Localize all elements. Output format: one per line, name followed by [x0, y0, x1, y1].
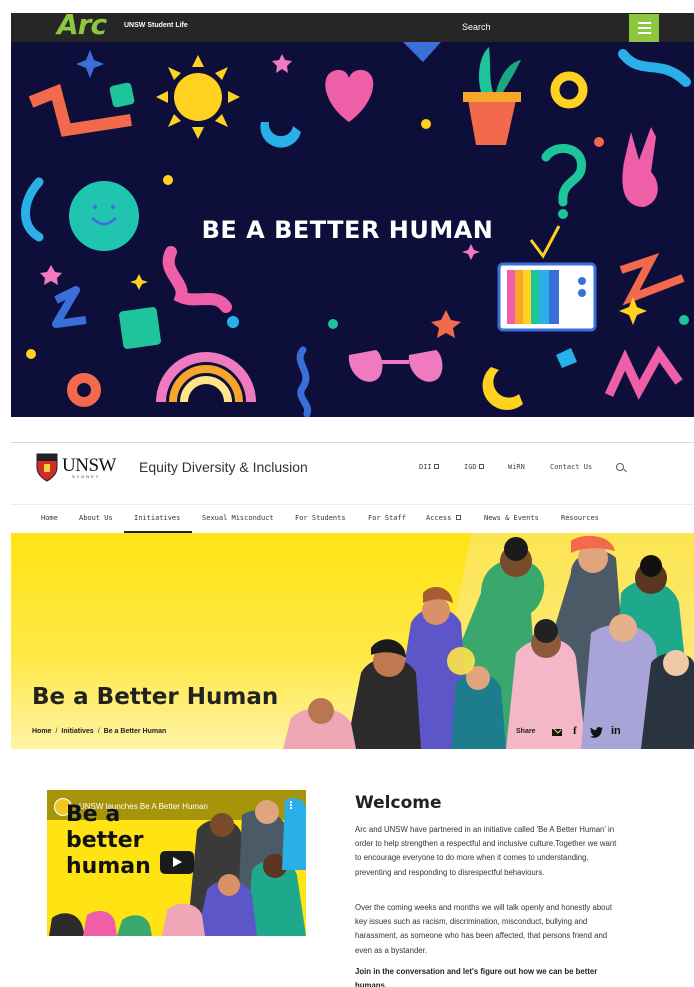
- video-embed[interactable]: UNSW launches Be A Better Human Be a bet…: [47, 790, 306, 936]
- hero-banner: BE A BETTER HUMAN: [11, 42, 694, 417]
- welcome-paragraph: Arc and UNSW have partnered in an initia…: [355, 825, 617, 877]
- welcome-paragraph: Over the coming weeks and months we will…: [355, 903, 613, 955]
- external-link-icon: [456, 515, 462, 520]
- util-link-label: DII: [419, 463, 432, 471]
- nav-item-news-events[interactable]: News & Events: [484, 514, 539, 522]
- util-link-wirn[interactable]: WiRN: [508, 463, 525, 471]
- util-link-contact[interactable]: Contact Us: [550, 463, 592, 471]
- nav-item-sexual-misconduct[interactable]: Sexual Misconduct: [202, 514, 274, 522]
- external-link-icon: [433, 464, 439, 469]
- nav-item-label: Access: [426, 514, 452, 522]
- nav-item-initiatives[interactable]: Initiatives: [134, 514, 180, 522]
- nav-item-home[interactable]: Home: [41, 514, 58, 522]
- page-banner: Be a Better Human Home / Initiatives / Be a …: [11, 533, 694, 749]
- welcome-callout: Join in the conversation and let's figur…: [355, 967, 598, 987]
- nav-item-for-students[interactable]: For Students: [295, 514, 346, 522]
- nav-item-resources[interactable]: Resources: [561, 514, 599, 522]
- arc-top-bar: Arc UNSW Student Life Search: [11, 10, 694, 42]
- nav-item-access[interactable]: Access: [426, 514, 462, 522]
- arc-subtitle: UNSW Student Life: [124, 22, 188, 29]
- nav-item-for-staff[interactable]: For Staff: [368, 514, 406, 522]
- search-icon[interactable]: [616, 463, 624, 471]
- util-link-dii[interactable]: DII: [419, 463, 439, 471]
- breadcrumb-separator: /: [55, 728, 58, 735]
- header-divider: [11, 442, 694, 443]
- external-link-icon: [478, 464, 484, 469]
- nav-item-about-us[interactable]: About Us: [79, 514, 113, 522]
- breadcrumb-initiatives[interactable]: Initiatives: [61, 728, 93, 735]
- breadcrumb-separator: /: [97, 728, 100, 735]
- util-link-label: IGD: [464, 463, 477, 471]
- play-button-icon[interactable]: [160, 851, 194, 874]
- twitter-icon[interactable]: [590, 727, 603, 738]
- people-illustration: [283, 533, 694, 749]
- page-title: Be a Better Human: [32, 684, 279, 710]
- hamburger-menu-icon[interactable]: [629, 14, 659, 42]
- email-icon[interactable]: [552, 729, 562, 736]
- arc-logo[interactable]: Arc: [57, 10, 107, 40]
- welcome-heading: Welcome: [355, 793, 442, 813]
- facebook-icon[interactable]: f: [573, 725, 577, 737]
- hero-title: BE A BETTER HUMAN: [201, 216, 494, 244]
- unsw-crest-icon[interactable]: [36, 452, 58, 482]
- linkedin-icon[interactable]: in: [611, 725, 621, 737]
- unsw-logo-sydney: SYDNEY: [72, 474, 101, 479]
- breadcrumb-home[interactable]: Home: [32, 728, 51, 735]
- share-label: Share: [516, 728, 536, 735]
- breadcrumb: Home / Initiatives / Be a Better Human: [32, 728, 166, 735]
- main-nav: Home About Us Initiatives Sexual Miscond…: [11, 505, 694, 533]
- breadcrumb-current: Be a Better Human: [103, 728, 167, 735]
- site-title[interactable]: Equity Diversity & Inclusion: [139, 459, 308, 475]
- arc-search-link[interactable]: Search: [462, 22, 491, 32]
- more-options-icon[interactable]: [290, 801, 292, 803]
- util-link-igd[interactable]: IGD: [464, 463, 484, 471]
